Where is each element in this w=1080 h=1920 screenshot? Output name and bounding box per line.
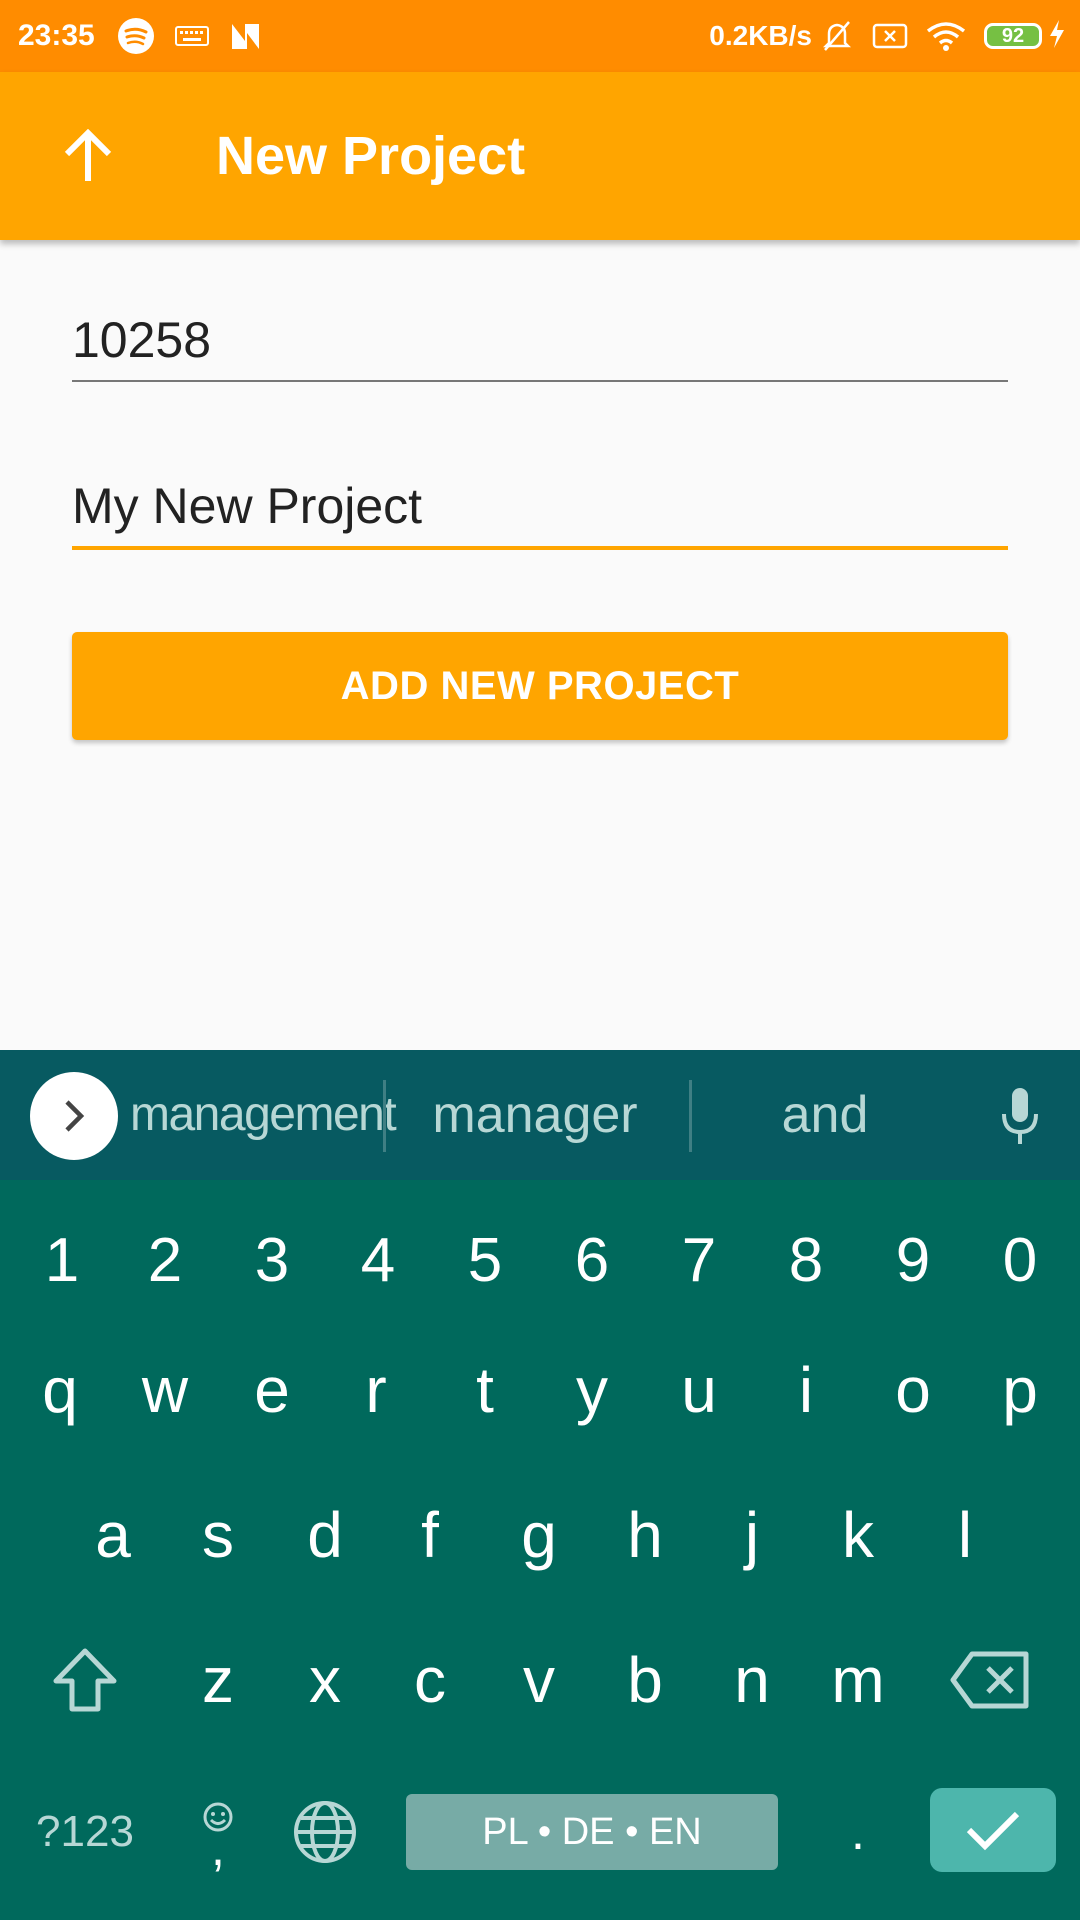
- project-name-value: My New Project: [72, 478, 423, 534]
- key-v[interactable]: v: [489, 1620, 589, 1740]
- key-6[interactable]: 6: [542, 1200, 642, 1320]
- shift-icon: [53, 1648, 117, 1712]
- key-q[interactable]: q: [10, 1330, 110, 1450]
- key-g[interactable]: g: [489, 1475, 589, 1595]
- checkmark-icon: [966, 1811, 1020, 1851]
- app-bar: New Project: [0, 72, 1080, 240]
- backspace-icon: [950, 1651, 1029, 1709]
- comma-label: ,: [211, 1820, 225, 1876]
- back-button[interactable]: [40, 108, 136, 204]
- suggestion-divider: [383, 1080, 386, 1152]
- key-w[interactable]: w: [115, 1330, 215, 1450]
- battery-icon: 92: [984, 23, 1042, 49]
- key-7[interactable]: 7: [649, 1200, 749, 1320]
- sim-off-icon: [872, 22, 908, 50]
- mic-icon: [1002, 1088, 1038, 1144]
- globe-icon: [294, 1801, 356, 1863]
- project-number-value: 10258: [72, 312, 212, 368]
- bell-muted-icon: [820, 19, 854, 53]
- page-title: New Project: [216, 126, 526, 186]
- key-f[interactable]: f: [380, 1475, 480, 1595]
- network-speed: 0.2KB/s: [709, 20, 812, 51]
- key-r[interactable]: r: [326, 1330, 426, 1450]
- key-z[interactable]: z: [168, 1620, 268, 1740]
- field-underline-focused: [72, 546, 1008, 550]
- key-h[interactable]: h: [595, 1475, 695, 1595]
- key-p[interactable]: p: [970, 1330, 1070, 1450]
- field-underline: [72, 380, 1008, 382]
- key-0[interactable]: 0: [970, 1200, 1070, 1320]
- key-4[interactable]: 4: [328, 1200, 428, 1320]
- project-number-field[interactable]: 10258: [72, 310, 1008, 382]
- wifi-icon: [926, 21, 966, 51]
- key-m[interactable]: m: [808, 1620, 908, 1740]
- key-d[interactable]: d: [275, 1475, 375, 1595]
- key-j[interactable]: j: [702, 1475, 802, 1595]
- key-c[interactable]: c: [380, 1620, 480, 1740]
- symbols-key[interactable]: ?123: [35, 1772, 135, 1892]
- key-b[interactable]: b: [595, 1620, 695, 1740]
- key-x[interactable]: x: [275, 1620, 375, 1740]
- key-5[interactable]: 5: [435, 1200, 535, 1320]
- suggestion-2[interactable]: manager: [390, 1080, 680, 1150]
- suggestion-3[interactable]: and: [700, 1080, 950, 1150]
- key-9[interactable]: 9: [863, 1200, 963, 1320]
- spotify-icon: [117, 17, 155, 55]
- key-o[interactable]: o: [863, 1330, 963, 1450]
- key-t[interactable]: t: [435, 1330, 535, 1450]
- space-key[interactable]: PL • DE • EN: [406, 1794, 778, 1870]
- key-8[interactable]: 8: [756, 1200, 856, 1320]
- status-bar: 23:35 0.2KB/s 92: [0, 0, 1080, 72]
- mic-button[interactable]: [988, 1084, 1052, 1148]
- keyboard-icon: [174, 26, 209, 46]
- key-2[interactable]: 2: [115, 1200, 215, 1320]
- key-k[interactable]: k: [808, 1475, 908, 1595]
- suggestion-bar: management manager and: [0, 1050, 1080, 1180]
- suggestion-1[interactable]: management: [130, 1080, 397, 1150]
- enter-key[interactable]: [930, 1788, 1056, 1872]
- key-a[interactable]: a: [63, 1475, 163, 1595]
- key-n[interactable]: n: [702, 1620, 802, 1740]
- suggestion-divider: [689, 1080, 692, 1152]
- key-3[interactable]: 3: [222, 1200, 322, 1320]
- add-new-project-button[interactable]: ADD NEW PROJECT: [72, 632, 1008, 740]
- key-u[interactable]: u: [649, 1330, 749, 1450]
- n-app-icon: [229, 21, 263, 51]
- key-s[interactable]: s: [168, 1475, 268, 1595]
- soft-keyboard: management manager and 1 2 3 4 5 6 7 8 9…: [0, 1050, 1080, 1920]
- period-key[interactable]: .: [808, 1772, 908, 1892]
- project-name-field[interactable]: My New Project: [72, 476, 1008, 550]
- status-time: 23:35: [18, 19, 95, 52]
- key-l[interactable]: l: [915, 1475, 1015, 1595]
- charging-icon: [1048, 19, 1066, 54]
- language-key[interactable]: [275, 1772, 375, 1892]
- key-1[interactable]: 1: [12, 1200, 112, 1320]
- key-y[interactable]: y: [542, 1330, 642, 1450]
- chevron-right-icon: [65, 1100, 85, 1132]
- comma-key[interactable]: ,: [168, 1772, 268, 1892]
- arrow-up-icon: [64, 129, 112, 181]
- expand-suggestions-button[interactable]: [30, 1072, 118, 1160]
- key-e[interactable]: e: [222, 1330, 322, 1450]
- key-i[interactable]: i: [756, 1330, 856, 1450]
- shift-key[interactable]: [35, 1620, 135, 1740]
- backspace-key[interactable]: [940, 1620, 1040, 1740]
